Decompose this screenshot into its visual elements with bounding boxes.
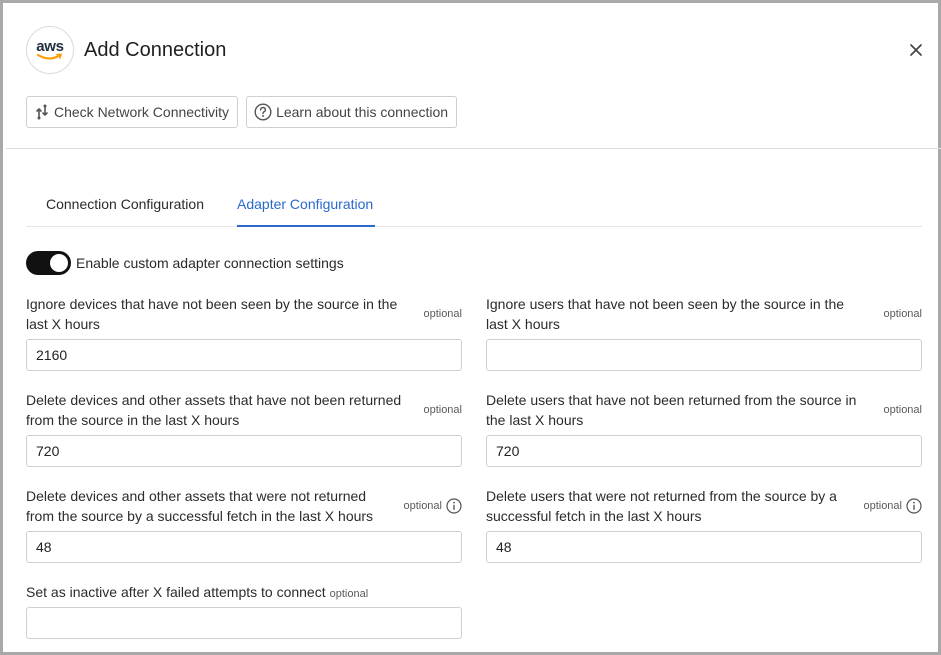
delete-users-not-returned-input[interactable] bbox=[486, 435, 922, 467]
optional-tag: optional bbox=[423, 404, 462, 416]
optional-tag: optional bbox=[883, 404, 922, 416]
header-divider bbox=[6, 148, 941, 149]
enable-custom-settings-label: Enable custom adapter connection setting… bbox=[76, 255, 344, 271]
field-label: Set as inactive after X failed attempts … bbox=[26, 584, 326, 600]
active-tab-indicator bbox=[237, 225, 375, 227]
aws-logo: aws bbox=[26, 26, 74, 74]
optional-tag: optional bbox=[403, 498, 462, 514]
delete-users-not-fetched-input[interactable] bbox=[486, 531, 922, 563]
set-inactive-input[interactable] bbox=[26, 607, 462, 639]
close-button[interactable] bbox=[906, 40, 926, 60]
field-label: Ignore users that have not been seen by … bbox=[486, 296, 845, 332]
custom-settings-toggle-row: Enable custom adapter connection setting… bbox=[26, 251, 344, 275]
close-icon bbox=[910, 44, 922, 56]
aws-smile-icon bbox=[37, 53, 63, 59]
field-label: Delete devices and other assets that hav… bbox=[26, 392, 402, 428]
optional-tag: optional bbox=[883, 308, 922, 320]
optional-tag: optional bbox=[863, 498, 922, 514]
enable-custom-settings-toggle[interactable] bbox=[26, 251, 71, 275]
field-label: Delete users that have not been returned… bbox=[486, 392, 857, 428]
info-icon[interactable] bbox=[446, 498, 462, 514]
toggle-knob bbox=[50, 254, 68, 272]
dialog-title: Add Connection bbox=[84, 38, 227, 61]
aws-logo-text: aws bbox=[36, 37, 64, 55]
tab-bar: Connection Configuration Adapter Configu… bbox=[26, 185, 922, 227]
delete-devices-not-returned-input[interactable] bbox=[26, 435, 462, 467]
field-label: Delete devices and other assets that wer… bbox=[26, 488, 374, 524]
delete-devices-not-fetched-field: Delete devices and other assets that wer… bbox=[26, 486, 462, 563]
learn-about-connection-label: Learn about this connection bbox=[276, 104, 449, 120]
info-icon[interactable] bbox=[906, 498, 922, 514]
tab-connection-configuration[interactable]: Connection Configuration bbox=[46, 196, 204, 212]
ignore-users-field: Ignore users that have not been seen by … bbox=[486, 294, 922, 371]
optional-tag: optional bbox=[423, 308, 462, 320]
ignore-devices-field: Ignore devices that have not been seen b… bbox=[26, 294, 462, 371]
dialog-header: aws Add Connection bbox=[26, 24, 926, 76]
tab-adapter-configuration[interactable]: Adapter Configuration bbox=[237, 196, 373, 212]
delete-devices-not-fetched-input[interactable] bbox=[26, 531, 462, 563]
network-connectivity-icon bbox=[36, 104, 48, 120]
field-label: Delete users that were not returned from… bbox=[486, 488, 837, 524]
optional-tag: optional bbox=[329, 588, 369, 600]
learn-about-connection-button[interactable]: Learn about this connection bbox=[246, 96, 458, 128]
check-network-connectivity-label: Check Network Connectivity bbox=[54, 104, 230, 120]
add-connection-dialog: aws Add Connection Check Network Connect… bbox=[0, 0, 941, 655]
set-inactive-field: Set as inactive after X failed attempts … bbox=[26, 582, 462, 639]
dialog-toolbar: Check Network Connectivity Learn about t… bbox=[26, 96, 458, 128]
field-label: Ignore devices that have not been seen b… bbox=[26, 296, 398, 332]
ignore-devices-input[interactable] bbox=[26, 339, 462, 371]
delete-devices-not-returned-field: Delete devices and other assets that hav… bbox=[26, 390, 462, 467]
delete-users-not-returned-field: Delete users that have not been returned… bbox=[486, 390, 922, 467]
ignore-users-input[interactable] bbox=[486, 339, 922, 371]
delete-users-not-fetched-field: Delete users that were not returned from… bbox=[486, 486, 922, 563]
help-circle-icon bbox=[254, 103, 272, 121]
check-network-connectivity-button[interactable]: Check Network Connectivity bbox=[26, 96, 239, 128]
